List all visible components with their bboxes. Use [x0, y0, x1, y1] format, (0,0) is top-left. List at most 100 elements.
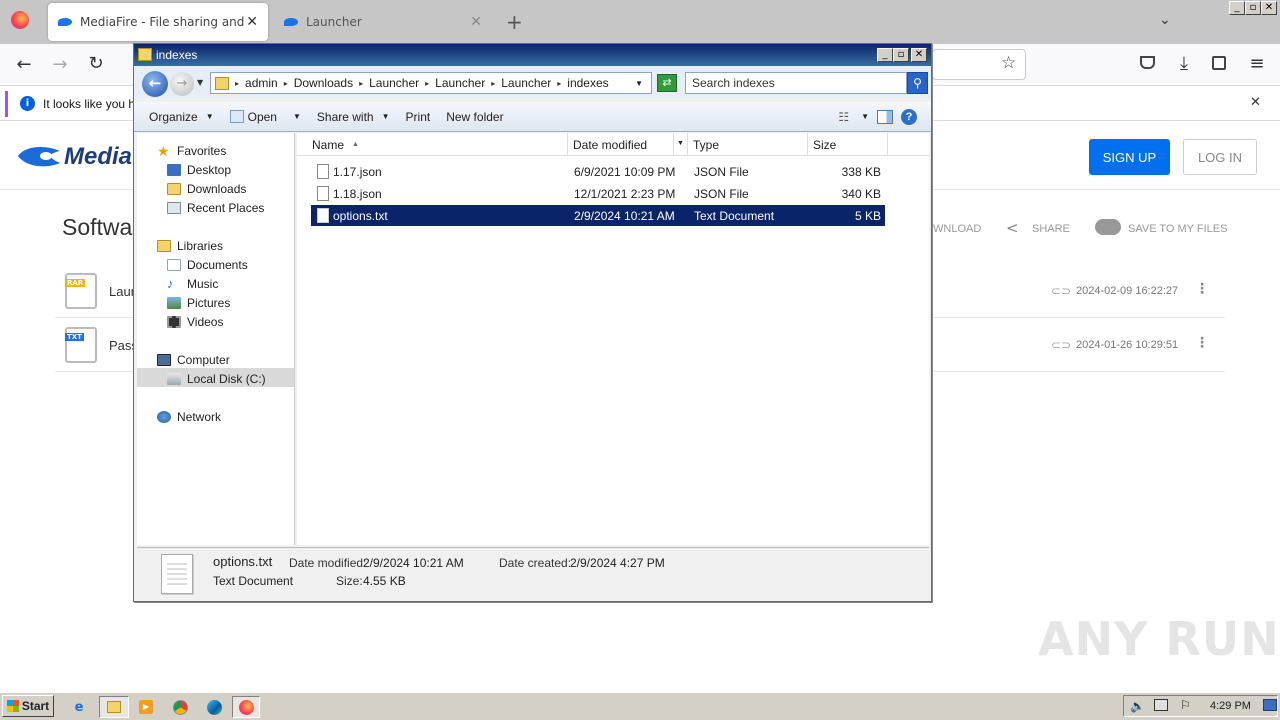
breadcrumb-item[interactable]: admin [241, 76, 282, 90]
explorer-minimize-button[interactable]: _ [877, 48, 893, 62]
nav-libraries[interactable]: Libraries [157, 236, 223, 255]
tab-close-icon[interactable]: ✕ [470, 14, 482, 30]
edge-icon[interactable] [202, 696, 226, 718]
share-with-button[interactable]: Share with ▼ [309, 102, 398, 131]
nav-recent-places[interactable]: Recent Places [167, 198, 264, 217]
breadcrumb-separator[interactable]: ▸ [555, 79, 563, 88]
nav-videos[interactable]: Videos [167, 312, 223, 331]
sign-up-button[interactable]: SIGN UP [1089, 139, 1170, 175]
list-all-tabs-chevron-down-icon[interactable]: ⌄ [1159, 12, 1171, 28]
forward-arrow-icon[interactable]: → [48, 54, 72, 75]
breadcrumb-item[interactable]: Downloads [290, 76, 357, 90]
breadcrumb-separator[interactable]: ▸ [282, 79, 290, 88]
explorer-close-button[interactable]: ✕ [911, 48, 927, 62]
forward-arrow-icon[interactable]: → [170, 72, 194, 96]
nav-downloads[interactable]: Downloads [167, 179, 246, 198]
file-row-selected[interactable]: options.txt 2/9/2024 10:21 AM Text Docum… [311, 205, 885, 226]
start-button[interactable]: Start [2, 695, 54, 717]
search-icon[interactable]: ⚲ [907, 72, 928, 94]
details-size-value: 4.55 KB [363, 574, 406, 588]
pocket-icon[interactable] [1140, 56, 1155, 69]
open-button[interactable]: Open ▼ [222, 102, 309, 131]
maximize-button[interactable]: ▫ [1245, 1, 1261, 15]
breadcrumb-item[interactable]: Launcher [497, 76, 555, 90]
tab-launcher[interactable]: Launcher ✕ [274, 3, 492, 41]
download-button[interactable]: WNLOAD [933, 223, 981, 235]
search-input[interactable]: Search indexes [685, 72, 907, 94]
close-window-button[interactable]: ✕ [1261, 1, 1277, 15]
text-document-icon [161, 554, 193, 594]
file-row[interactable]: 1.18.json 12/1/2021 2:23 PM JSON File 34… [311, 183, 885, 204]
column-headers: Name ▲ Date modified ▼ Type Size [297, 133, 929, 156]
action-center-flag-icon[interactable]: ⚐ [1180, 698, 1191, 712]
breadcrumb-separator[interactable]: ▸ [423, 79, 431, 88]
more-vertical-icon[interactable]: ⋮ [1195, 335, 1209, 351]
breadcrumb-separator[interactable]: ▸ [357, 79, 365, 88]
media-player-icon[interactable]: ▶ [134, 696, 158, 718]
bookmark-star-icon[interactable]: ☆ [1001, 53, 1016, 73]
show-desktop-icon[interactable] [1263, 699, 1277, 711]
network-tray-icon[interactable] [1154, 699, 1168, 711]
url-bar[interactable]: ☆ [932, 49, 1026, 80]
column-header-date[interactable]: Date modified ▼ [568, 133, 688, 156]
cloud-save-icon[interactable] [1095, 219, 1121, 235]
log-in-button[interactable]: LOG IN [1183, 139, 1257, 175]
help-icon[interactable]: ? [897, 102, 931, 131]
chrome-icon[interactable] [168, 696, 192, 718]
back-arrow-icon[interactable]: ← [142, 71, 168, 97]
refresh-icon[interactable]: ⇄ [657, 74, 677, 92]
tab-mediafire[interactable]: MediaFire - File sharing and storage ✕ [48, 3, 268, 41]
tab-close-icon[interactable]: ✕ [246, 14, 258, 30]
clock[interactable]: 4:29 PM [1210, 700, 1251, 712]
link-icon[interactable]: ⊂⊃ [1051, 338, 1071, 352]
nav-documents[interactable]: Documents [167, 255, 248, 274]
nav-pictures[interactable]: Pictures [167, 293, 230, 312]
volume-icon[interactable]: 🔈 [1130, 699, 1145, 713]
notification-close-icon[interactable]: ✕ [1250, 95, 1261, 110]
nav-computer[interactable]: Computer [157, 350, 230, 369]
nav-favorites[interactable]: ★ Favorites [157, 141, 226, 160]
breadcrumb-item[interactable]: indexes [563, 76, 612, 90]
firefox-menu-icon[interactable] [11, 11, 29, 29]
breadcrumb[interactable]: ▸ admin ▸ Downloads ▸ Launcher ▸ Launche… [210, 72, 652, 94]
downloads-icon[interactable]: ⤓ [1172, 53, 1196, 74]
organize-button[interactable]: Organize ▼ [134, 102, 222, 131]
breadcrumb-item[interactable]: Launcher [431, 76, 489, 90]
address-dropdown-chevron-down-icon[interactable]: ▼ [635, 79, 643, 88]
breadcrumb-separator[interactable]: ▸ [489, 79, 497, 88]
back-arrow-icon[interactable]: ← [12, 54, 36, 75]
share-icon[interactable]: < [1006, 219, 1019, 237]
file-row[interactable]: 1.17.json 6/9/2021 10:09 PM JSON File 33… [311, 161, 885, 182]
extensions-icon[interactable] [1212, 56, 1226, 70]
save-to-my-files-button[interactable]: SAVE TO MY FILES [1128, 223, 1227, 235]
hamburger-menu-icon[interactable]: ≡ [1245, 53, 1269, 74]
print-button[interactable]: Print [398, 102, 439, 131]
new-folder-button[interactable]: New folder [438, 102, 511, 131]
explorer-taskbar-icon[interactable] [99, 696, 129, 718]
firefox-taskbar-icon[interactable] [232, 696, 260, 718]
nav-desktop[interactable]: Desktop [167, 160, 231, 179]
mediafire-logo-icon[interactable] [16, 143, 62, 169]
explorer-maximize-button[interactable]: ▫ [893, 48, 909, 62]
column-header-size[interactable]: Size [808, 133, 888, 156]
new-tab-button[interactable]: + [506, 10, 523, 34]
internet-explorer-icon[interactable]: e [67, 696, 91, 718]
recent-pages-chevron-down-icon[interactable]: ▼ [197, 78, 203, 87]
share-button[interactable]: SHARE [1032, 223, 1070, 235]
view-options-icon[interactable]: ☷ ▼ [834, 102, 873, 131]
nav-network[interactable]: Network [157, 407, 221, 426]
column-header-name[interactable]: Name ▲ [297, 133, 568, 156]
mediafire-logo-text[interactable]: Media [64, 143, 132, 171]
column-header-type[interactable]: Type [688, 133, 808, 156]
nav-local-disk[interactable]: Local Disk (C:) [167, 369, 266, 388]
nav-music[interactable]: ♪ Music [167, 274, 218, 293]
reload-icon[interactable]: ↻ [84, 53, 108, 74]
explorer-title-bar[interactable]: indexes [134, 44, 931, 66]
preview-pane-icon[interactable] [873, 102, 897, 131]
column-filter-chevron-down-icon[interactable]: ▼ [673, 133, 687, 155]
minimize-button[interactable]: _ [1229, 1, 1245, 15]
more-vertical-icon[interactable]: ⋮ [1195, 281, 1209, 297]
link-icon[interactable]: ⊂⊃ [1051, 284, 1071, 298]
breadcrumb-separator[interactable]: ▸ [233, 79, 241, 88]
breadcrumb-item[interactable]: Launcher [365, 76, 423, 90]
